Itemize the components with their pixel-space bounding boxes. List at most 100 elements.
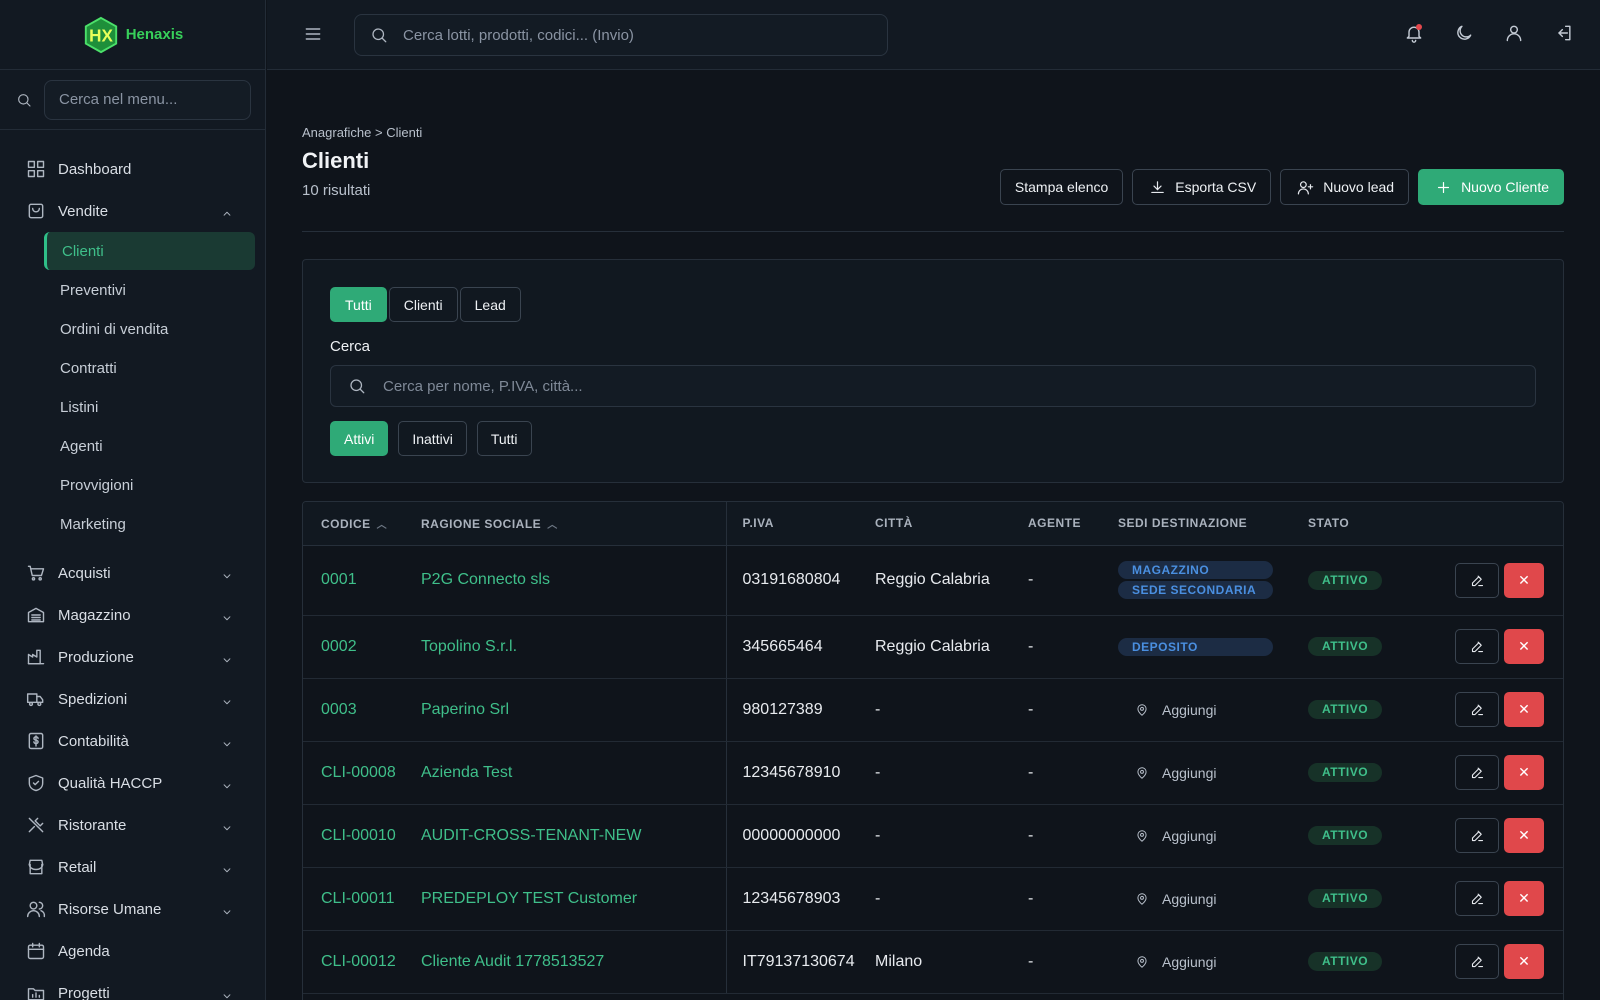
delete-button[interactable]: ✕: [1504, 881, 1544, 916]
sidebar-subitem-listini[interactable]: Listini: [0, 388, 265, 427]
edit-button[interactable]: [1455, 818, 1499, 853]
sidebar-subitem-clienti[interactable]: Clienti: [44, 232, 255, 270]
sidebar-item-contabilita[interactable]: Contabilità: [0, 720, 265, 762]
accounting-icon: [26, 731, 46, 751]
table-row[interactable]: CLI-00012 Cliente Audit 1778513527 IT79137…: [303, 930, 1563, 994]
cell-name[interactable]: Cliente Audit 1778513527: [421, 930, 727, 994]
edit-icon: [1471, 956, 1483, 968]
print-list-button[interactable]: Stampa elenco: [999, 169, 1124, 205]
page-actions: Stampa elenco Esporta CSV Nuovo lead Nuo…: [999, 169, 1564, 205]
sidebar-item-ristorante[interactable]: Ristorante: [0, 804, 265, 846]
delete-button[interactable]: ✕: [1504, 692, 1544, 727]
sidebar-item-progetti[interactable]: Progetti: [0, 972, 265, 1000]
table-row[interactable]: 0003 Paperino Srl 980127389- - Aggiungi ATTIV…: [303, 678, 1563, 742]
main-content: Anagrafiche > Clienti Clienti 10 risulta…: [302, 70, 1564, 1000]
sede-badge[interactable]: DEPOSITO: [1118, 637, 1273, 656]
sidebar-item-agenda[interactable]: Agenda: [0, 930, 265, 972]
add-sede-link[interactable]: Aggiungi: [1118, 889, 1308, 909]
cell-name[interactable]: Azienda Test: [421, 741, 727, 805]
sidebar-item-vendite[interactable]: Vendite: [0, 190, 265, 232]
sidebar-subitem-agenti[interactable]: Agenti: [0, 427, 265, 466]
edit-icon: [1471, 767, 1483, 779]
edit-button[interactable]: [1455, 881, 1499, 916]
add-sede-link[interactable]: Aggiungi: [1118, 700, 1308, 720]
close-icon: ✕: [1518, 764, 1530, 780]
sidebar-subitem-provvigioni[interactable]: Provvigioni: [0, 466, 265, 505]
status-tab-inattivi[interactable]: Inattivi: [398, 421, 467, 456]
cell-code[interactable]: CLI-00008: [303, 741, 421, 805]
sidebar-item-spedizioni[interactable]: Spedizioni: [0, 678, 265, 720]
cell-code[interactable]: 0003: [303, 678, 421, 742]
search-label: Cerca: [330, 338, 371, 355]
sidebar-subitem-marketing[interactable]: Marketing: [0, 505, 265, 544]
cell-code[interactable]: CLI-00011: [303, 867, 421, 931]
sidebar-item-qualita-haccp[interactable]: Qualità HACCP: [0, 762, 265, 804]
export-csv-button[interactable]: Esporta CSV: [1132, 169, 1272, 205]
table-row[interactable]: CLI-00011 PREDEPLOY TEST Customer 12345678…: [303, 867, 1563, 931]
status-tab-tutti[interactable]: Tutti: [476, 421, 532, 456]
delete-button[interactable]: ✕: [1504, 944, 1544, 979]
logout-icon[interactable]: [1554, 23, 1574, 43]
search-icon: [347, 376, 367, 396]
plus-icon: [1433, 177, 1453, 197]
edit-button[interactable]: [1455, 692, 1499, 727]
cell-code[interactable]: 0002: [303, 615, 421, 679]
edit-button[interactable]: [1455, 629, 1499, 664]
table-row[interactable]: CLI-00010 AUDIT-CROSS-TENANT-NEW 000000000…: [303, 804, 1563, 868]
user-icon[interactable]: [1504, 23, 1524, 43]
delete-button[interactable]: ✕: [1504, 755, 1544, 790]
cell-code[interactable]: CLI-00012: [303, 930, 421, 994]
table-row[interactable]: 0002 Topolino S.r.l. 345665464 Reggio Calab…: [303, 615, 1563, 679]
dashboard-icon: [26, 159, 46, 179]
sede-badge[interactable]: SEDE SECONDARIA: [1118, 581, 1273, 599]
sidebar-subitem-ordini-di-vendita[interactable]: Ordini di vendita: [0, 310, 265, 349]
add-sede-link[interactable]: Aggiungi: [1118, 952, 1308, 972]
new-client-button[interactable]: Nuovo Cliente: [1418, 169, 1564, 205]
sidebar-item-dashboard[interactable]: Dashboard: [0, 148, 265, 190]
sidebar-subitem-preventivi[interactable]: Preventivi: [0, 271, 265, 310]
cell-code[interactable]: CLI-00010: [303, 804, 421, 868]
cell-name[interactable]: P2G Connecto sls: [421, 545, 727, 616]
global-search-input[interactable]: Cerca lotti, prodotti, codici... (Invio): [354, 14, 888, 56]
type-tab-tutti[interactable]: Tutti: [330, 287, 387, 322]
edit-button[interactable]: [1455, 755, 1499, 790]
menu-search-input[interactable]: Cerca nel menu...: [44, 79, 251, 120]
sidebar-item-retail[interactable]: Retail: [0, 846, 265, 888]
edit-button[interactable]: [1455, 562, 1499, 598]
sidebar-item-produzione[interactable]: Produzione: [0, 636, 265, 678]
moon-icon[interactable]: [1454, 23, 1474, 43]
add-sede-link[interactable]: Aggiungi: [1118, 763, 1308, 783]
add-sede-link[interactable]: Aggiungi: [1118, 826, 1308, 846]
sidebar-item-risorse-umane[interactable]: Risorse Umane: [0, 888, 265, 930]
close-icon: ✕: [1518, 571, 1530, 588]
cell-actions: ✕: [1420, 615, 1563, 679]
brand[interactable]: HX Henaxis: [0, 0, 265, 70]
delete-button[interactable]: ✕: [1504, 818, 1544, 853]
cell-name[interactable]: PREDEPLOY TEST Customer: [421, 867, 727, 931]
sede-badge[interactable]: MAGAZZINO: [1118, 561, 1273, 579]
header-code[interactable]: CODICE ︿: [303, 502, 421, 546]
cell-name[interactable]: Paperino Srl: [421, 678, 727, 742]
edit-button[interactable]: [1455, 944, 1499, 979]
cell-name[interactable]: AUDIT-CROSS-TENANT-NEW: [421, 804, 727, 868]
type-tab-clienti[interactable]: Clienti: [388, 287, 458, 322]
table-row[interactable]: 0001 P2G Connecto sls 03191680804 Reggio Ca…: [303, 545, 1563, 616]
status-badge: ATTIVO: [1308, 826, 1383, 845]
projects-icon: [26, 983, 46, 1000]
cell-name[interactable]: Topolino S.r.l.: [421, 615, 727, 679]
bell-icon[interactable]: [1404, 23, 1424, 43]
sidebar-item-acquisti[interactable]: Acquisti: [0, 552, 265, 594]
header-name[interactable]: RAGIONE SOCIALE ︿: [421, 502, 727, 546]
new-lead-button[interactable]: Nuovo lead: [1280, 169, 1410, 205]
sidebar-item-magazzino[interactable]: Magazzino: [0, 594, 265, 636]
sidebar-subitem-contratti[interactable]: Contratti: [0, 349, 265, 388]
table-row[interactable]: CLI-00008 Azienda Test 12345678910- - Aggiun…: [303, 741, 1563, 805]
breadcrumb[interactable]: Anagrafiche > Clienti: [302, 125, 1564, 140]
type-tab-lead[interactable]: Lead: [459, 287, 521, 322]
delete-button[interactable]: ✕: [1504, 629, 1544, 664]
delete-button[interactable]: ✕: [1504, 562, 1544, 598]
menu-toggle-icon[interactable]: [303, 24, 323, 44]
client-search-input[interactable]: Cerca per nome, P.IVA, città...: [330, 365, 1536, 407]
cell-code[interactable]: 0001: [303, 545, 421, 616]
status-tab-attivi[interactable]: Attivi: [330, 421, 389, 456]
